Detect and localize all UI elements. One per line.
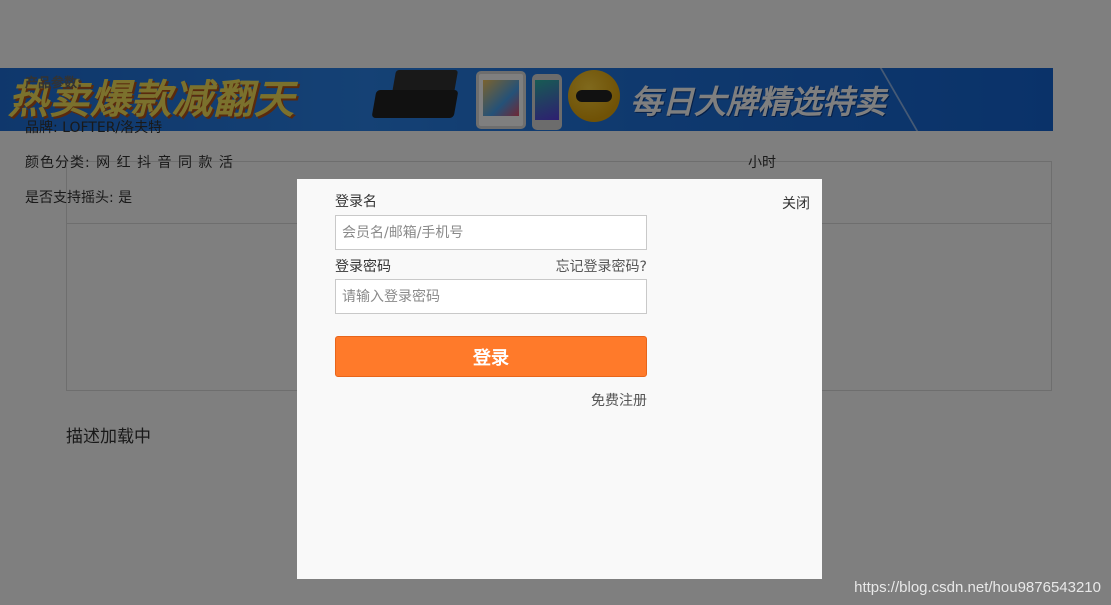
login-dialog: 关闭 登录名 登录密码 忘记登录密码? 登录 免费注册 (297, 179, 822, 579)
register-link[interactable]: 免费注册 (591, 390, 647, 410)
username-label: 登录名 (335, 194, 377, 210)
watermark-url: https://blog.csdn.net/hou9876543210 (854, 579, 1101, 596)
forgot-password-link[interactable]: 忘记登录密码? (556, 256, 647, 276)
password-label: 登录密码 (335, 259, 391, 275)
login-button[interactable]: 登录 (335, 336, 647, 377)
password-input[interactable] (335, 279, 647, 314)
close-button[interactable]: 关闭 (782, 193, 810, 213)
username-input[interactable] (335, 215, 647, 250)
